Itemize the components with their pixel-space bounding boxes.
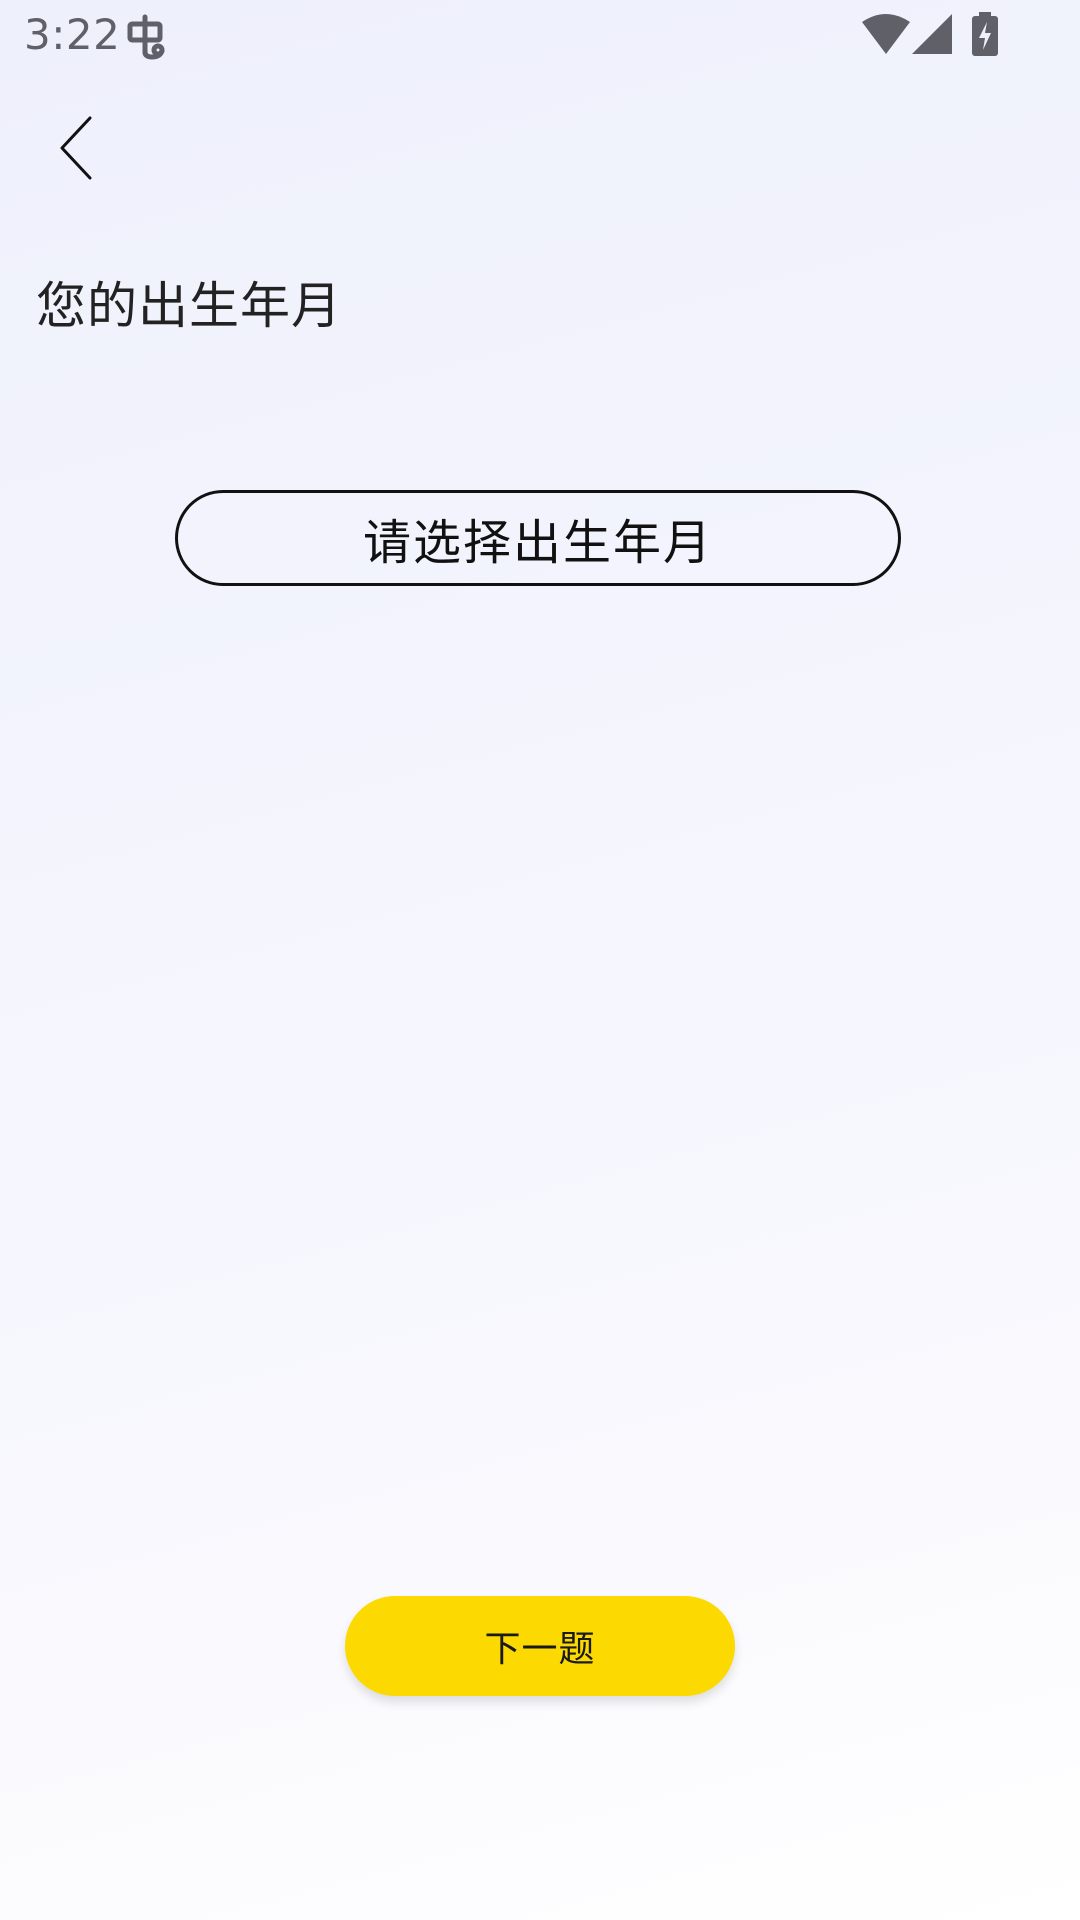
chevron-left-icon [60, 116, 92, 180]
next-question-button[interactable]: 下一题 [345, 1596, 735, 1696]
birth-date-placeholder: 请选择出生年月 [362, 515, 713, 571]
back-button[interactable] [40, 104, 110, 190]
status-bar: 3:22 [0, 0, 1080, 72]
birth-date-selector[interactable]: 请选择出生年月 [175, 490, 901, 586]
bug-icon [127, 14, 165, 60]
question-title: 您的出生年月 [36, 277, 342, 335]
signal-icon [912, 14, 952, 54]
status-time: 3:22 [24, 10, 121, 59]
wifi-icon [862, 14, 910, 54]
battery-charging-icon [972, 12, 998, 56]
next-question-label: 下一题 [484, 1629, 596, 1670]
